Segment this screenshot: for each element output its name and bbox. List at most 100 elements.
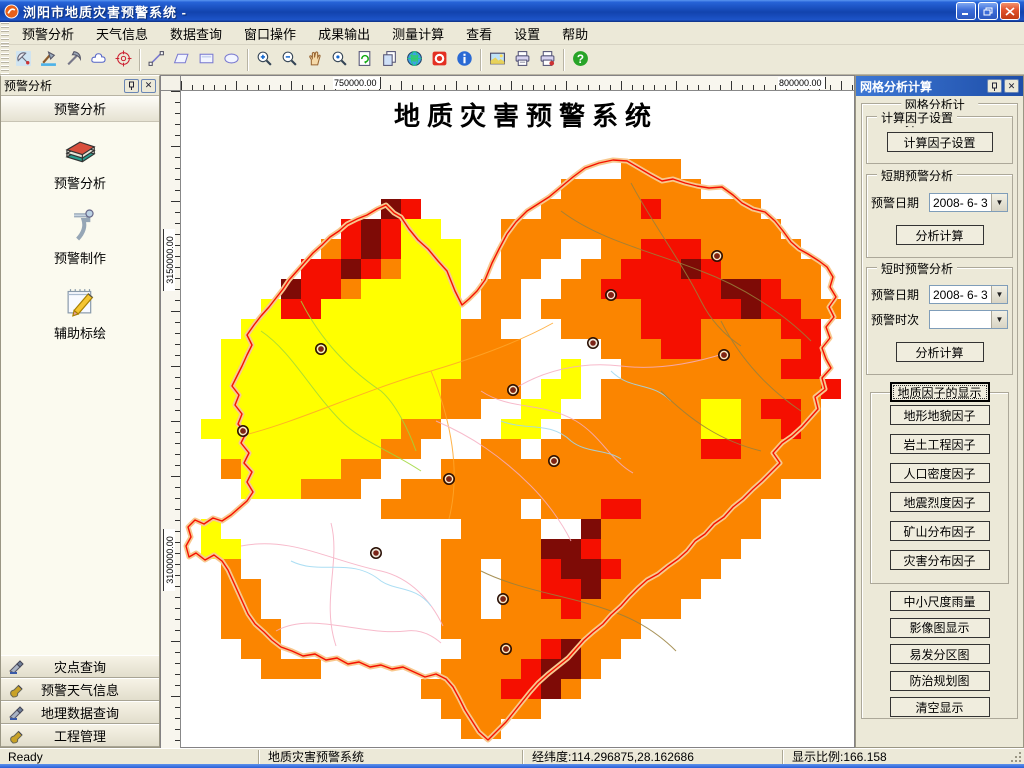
menu-item-help[interactable]: 帮助: [551, 21, 599, 46]
refresh-view-tool-button[interactable]: [352, 48, 377, 72]
group-bar-label: 预警天气信息: [40, 683, 119, 698]
geo-data-query-group[interactable]: 地理数据查询: [1, 701, 159, 724]
short-term-analyze-button[interactable]: 分析计算: [895, 225, 984, 245]
menu-bar: 预警分析 天气信息 数据查询 窗口操作 成果输出 测量计算 查看 设置 帮助: [0, 22, 1024, 45]
image-view-tool-button[interactable]: [485, 48, 510, 72]
short-term-date-label: 预警日期: [871, 196, 920, 210]
zoom-out-tool-button[interactable]: [277, 48, 302, 72]
imagery-show-button[interactable]: 影像图显示: [889, 617, 990, 638]
print-tool-button[interactable]: [510, 48, 535, 72]
draw-polygon-tool-button[interactable]: [169, 48, 194, 72]
town-marker[interactable]: [236, 424, 249, 437]
calc-factor-label: 计算因子设置: [877, 109, 958, 126]
satellite-tool-button[interactable]: [11, 48, 36, 72]
short-time-analyze-button[interactable]: 分析计算: [895, 342, 984, 362]
pan-tool-button[interactable]: [302, 48, 327, 72]
warning-weather-group[interactable]: 预警天气信息: [1, 678, 159, 701]
town-marker[interactable]: [717, 348, 730, 361]
window-title: 浏阳市地质灾害预警系统 -: [23, 4, 187, 20]
show-geo-factors-button[interactable]: 地质因子的显示: [889, 382, 990, 402]
geotech-factor-button[interactable]: 岩土工程因子: [889, 434, 990, 454]
cloud-overlay-tool-button[interactable]: [86, 48, 111, 72]
chevron-down-icon[interactable]: ▼: [991, 286, 1007, 303]
rainfall-scale-button[interactable]: 中小尺度雨量: [889, 591, 990, 611]
town-marker[interactable]: [710, 250, 723, 263]
axe-icon: [40, 50, 57, 70]
town-marker[interactable]: [604, 289, 617, 302]
seismic-factor-button[interactable]: 地震烈度因子: [889, 492, 990, 512]
menu-item-measure-calc[interactable]: 测量计算: [381, 21, 455, 46]
short-term-date-combobox[interactable]: 2008- 6- 3 ▼: [929, 193, 1008, 212]
prone-zone-map-button[interactable]: 易发分区图: [889, 644, 990, 664]
town-marker[interactable]: [547, 454, 560, 467]
assist-plot-item[interactable]: 辅助标绘: [20, 282, 140, 342]
warning-analysis-item[interactable]: 预警分析: [20, 132, 140, 192]
refresh-icon: [356, 50, 373, 70]
zoom-in-tool-button[interactable]: [252, 48, 277, 72]
mine-factor-button[interactable]: 矿山分布因子: [889, 521, 990, 541]
terrain-factor-button[interactable]: 地形地貌因子: [889, 405, 990, 425]
toolbar-grip[interactable]: [1, 45, 9, 74]
app-icon: [4, 3, 19, 19]
sidebar-pin-button[interactable]: [124, 78, 139, 93]
town-marker[interactable]: [496, 592, 509, 605]
info-tool-button[interactable]: [452, 48, 477, 72]
close-button[interactable]: [1000, 2, 1020, 20]
disaster-point-query-group[interactable]: 灾点查询: [1, 655, 159, 678]
locate-target-tool-button[interactable]: [111, 48, 136, 72]
copy-icon: [381, 50, 398, 70]
sidebar-close-button[interactable]: ✕: [141, 78, 156, 93]
menu-item-settings[interactable]: 设置: [503, 21, 551, 46]
town-marker[interactable]: [506, 383, 519, 396]
stop-tool-button[interactable]: [427, 48, 452, 72]
town-marker[interactable]: [586, 337, 599, 350]
chevron-down-icon[interactable]: ▼: [991, 311, 1007, 328]
town-marker[interactable]: [315, 343, 328, 356]
globe-view-tool-button[interactable]: [402, 48, 427, 72]
stop-icon: [431, 50, 448, 70]
restore-button[interactable]: [978, 2, 998, 20]
chevron-down-icon[interactable]: ▼: [991, 194, 1007, 211]
prevention-map-button[interactable]: 防治规划图: [889, 670, 990, 691]
pick-tool-button[interactable]: [61, 48, 86, 72]
short-time-date-combobox[interactable]: 2008- 6- 3 ▼: [929, 285, 1008, 304]
short-term-date-value: 2008- 6- 3: [933, 195, 988, 210]
population-factor-button[interactable]: 人口密度因子: [889, 463, 990, 483]
menu-item-window-ops[interactable]: 窗口操作: [233, 21, 307, 46]
draw-line-tool-button[interactable]: [144, 48, 169, 72]
menu-item-data-query[interactable]: 数据查询: [159, 21, 233, 46]
clear-display-button[interactable]: 清空显示: [889, 697, 990, 717]
svg-text:?: ?: [577, 52, 584, 65]
menu-item-result-output[interactable]: 成果输出: [307, 21, 381, 46]
short-time-times-combobox[interactable]: ▼: [929, 310, 1008, 329]
sidebar-title-bar: 预警分析 ✕: [1, 76, 159, 96]
zoom-extent-tool-button[interactable]: [327, 48, 352, 72]
map-canvas[interactable]: 地质灾害预警系统: [181, 91, 854, 747]
right-panel-close-button[interactable]: ✕: [1004, 79, 1019, 93]
ruler-left: 3150000.00 3100000.00: [161, 91, 181, 749]
flood-tool-button[interactable]: [36, 48, 61, 72]
menu-item-view[interactable]: 查看: [455, 21, 503, 46]
calc-factor-settings-button[interactable]: 计算因子设置: [886, 132, 993, 152]
town-marker[interactable]: [442, 472, 455, 485]
ruler-label-x1: 750000.00: [333, 77, 381, 89]
ruler-label-x2: 800000.00: [778, 77, 826, 89]
disaster-factor-button[interactable]: 灾害分布因子: [889, 550, 990, 570]
project-manage-group[interactable]: 工程管理: [1, 724, 159, 747]
minimize-button[interactable]: [956, 2, 976, 20]
menu-item-weather-info[interactable]: 天气信息: [85, 21, 159, 46]
warning-produce-item[interactable]: 预警制作: [20, 207, 140, 267]
draw-rectangle-tool-button[interactable]: [194, 48, 219, 72]
right-panel-pin-button[interactable]: [987, 79, 1002, 93]
resize-grip[interactable]: [1008, 749, 1024, 765]
town-marker[interactable]: [370, 546, 383, 559]
menu-grip[interactable]: [1, 22, 9, 44]
short-time-times-label: 预警时次: [871, 313, 920, 327]
menu-item-warning-analysis[interactable]: 预警分析: [11, 21, 85, 46]
zoom-center-icon: [331, 50, 348, 70]
town-marker[interactable]: [499, 642, 512, 655]
print-preview-tool-button[interactable]: [535, 48, 560, 72]
draw-ellipse-tool-button[interactable]: [219, 48, 244, 72]
copy-view-tool-button[interactable]: [377, 48, 402, 72]
help-tool-button[interactable]: ?: [568, 48, 593, 72]
